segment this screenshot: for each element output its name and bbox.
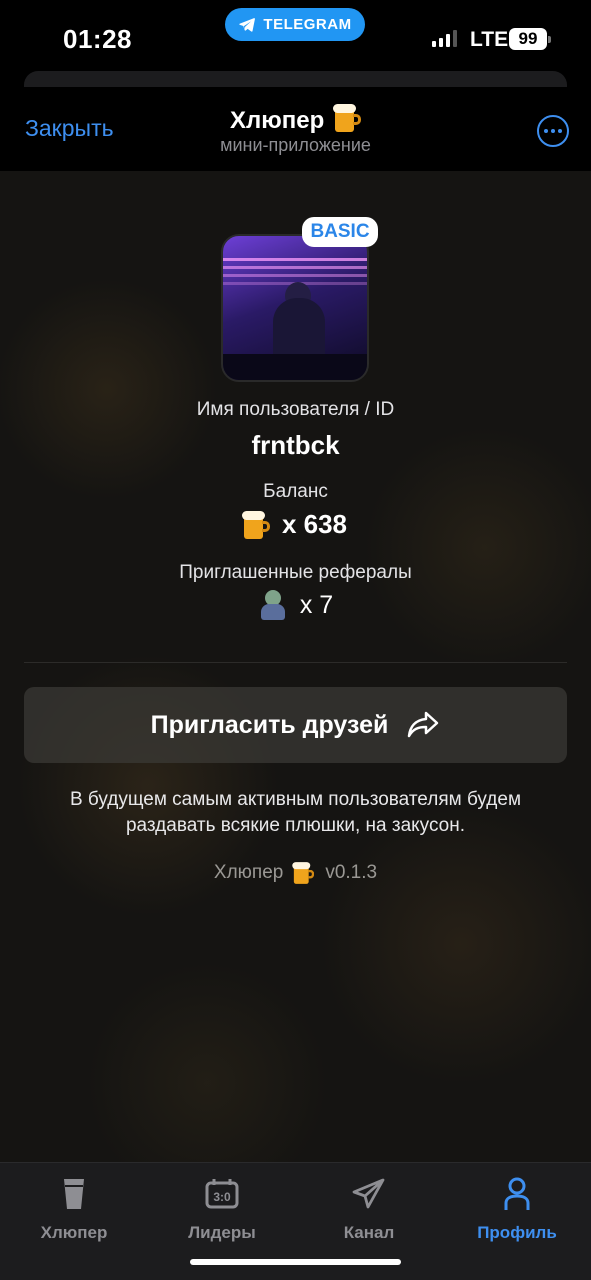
referrals-row: x 7 [0, 590, 591, 620]
beer-mug-icon [241, 510, 270, 540]
share-arrow-icon [408, 711, 439, 738]
invite-button-label: Пригласить друзей [150, 710, 389, 739]
telegram-pill[interactable]: TELEGRAM [225, 8, 365, 41]
page-title: Хлюпер [0, 103, 591, 135]
profile-screen: BASIC Имя пользователя / ID frntbck Бала… [0, 171, 591, 1162]
tier-badge: BASIC [302, 217, 378, 247]
referrals-label: Приглашенные рефералы [179, 562, 412, 583]
promo-note: В будущем самым активным пользователям б… [69, 789, 522, 836]
version-number: v0.1.3 [325, 862, 378, 883]
paper-plane-icon [352, 1178, 385, 1209]
balance-label: Баланс [263, 481, 328, 502]
more-dots-icon[interactable] [537, 115, 569, 147]
version-app-name: Хлюпер [213, 862, 284, 883]
telegram-pill-label: TELEGRAM [263, 16, 352, 33]
scoreboard-icon: 3:0 [205, 1179, 239, 1209]
divider [24, 662, 567, 663]
home-indicator[interactable] [190, 1259, 401, 1265]
miniapp-header: Закрыть Хлюпер мини-приложение [0, 88, 591, 170]
tab-label: Лидеры [188, 1223, 256, 1242]
title-text: Хлюпер [230, 107, 325, 134]
invite-friends-button[interactable]: Пригласить друзей [24, 687, 567, 763]
page-subtitle: мини-приложение [220, 135, 371, 155]
svg-text:3:0: 3:0 [213, 1190, 231, 1204]
sheet-top-edge [24, 71, 567, 87]
pint-glass-icon [64, 1179, 84, 1209]
zombie-icon [258, 590, 288, 620]
status-time: 01:28 [63, 24, 132, 54]
tab-label: Канал [343, 1223, 395, 1242]
telegram-icon [239, 17, 256, 32]
status-bar: 01:28 TELEGRAM LTE 99 [0, 0, 591, 70]
signal-icon [432, 30, 457, 47]
network-type: LTE [470, 28, 509, 51]
battery-icon: 99 [509, 28, 551, 50]
avatar [221, 234, 369, 382]
app-version: Хлюпер v0.1.3 [0, 858, 591, 888]
tab-channel[interactable]: Канал [295, 1175, 443, 1243]
username-label: Имя пользователя / ID [196, 399, 395, 420]
tab-label: Профиль [477, 1223, 557, 1242]
tab-leaders[interactable]: 3:0 Лидеры [148, 1175, 296, 1243]
referrals-value: x 7 [299, 590, 334, 619]
tab-label: Хлюпер [40, 1223, 108, 1242]
person-icon [504, 1177, 530, 1210]
tab-profile[interactable]: Профиль [443, 1175, 591, 1243]
balance-value: x 638 [281, 509, 348, 539]
beer-mug-icon [332, 103, 361, 133]
tab-khlyuper[interactable]: Хлюпер [0, 1175, 148, 1243]
username-value: frntbck [251, 430, 340, 460]
balance-row: x 638 [0, 509, 591, 540]
beer-mug-icon [292, 861, 315, 884]
